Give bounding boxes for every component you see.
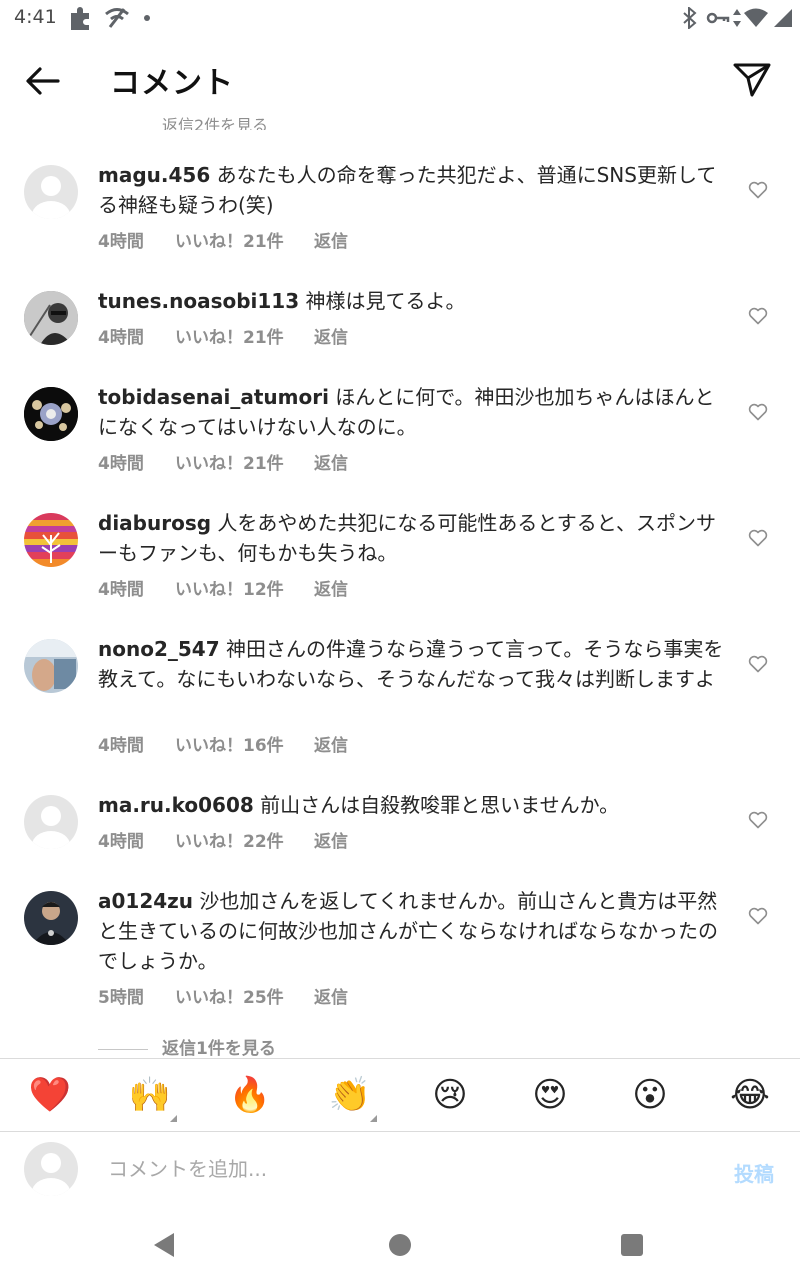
reply-button[interactable]: 返信 — [314, 227, 348, 252]
bluetooth-icon — [683, 7, 697, 29]
emoji-clapping-hands[interactable]: 👏 — [328, 1073, 372, 1117]
avatar[interactable] — [24, 291, 78, 345]
comment-username[interactable]: diaburosg — [98, 511, 211, 535]
avatar[interactable] — [24, 639, 78, 693]
notification-dot — [144, 15, 150, 21]
comment-username[interactable]: tunes.noasobi113 — [98, 289, 299, 313]
heart-icon[interactable] — [748, 655, 768, 673]
emoji-tears-of-joy[interactable]: 😂 — [728, 1073, 772, 1117]
page-title: コメント — [110, 66, 234, 101]
emoji-raised-hands[interactable]: 🙌 — [128, 1073, 172, 1117]
cell-signal-icon — [774, 9, 792, 27]
reply-button[interactable]: 返信 — [314, 983, 348, 1008]
comment-meta: 4時間 いいね！21件 返信 — [98, 323, 348, 348]
heart-icon[interactable] — [748, 181, 768, 199]
emoji-crying-face[interactable]: 😢 — [428, 1073, 472, 1117]
reply-button[interactable]: 返信 — [314, 731, 348, 756]
comment-likes[interactable]: いいね！21件 — [175, 449, 314, 474]
wifi-off-icon — [105, 8, 129, 28]
reply-button[interactable]: 返信 — [314, 575, 348, 600]
emoji-bar: ❤️ 🙌 🔥 👏 😢 😍 😮 😂 — [0, 1058, 800, 1132]
user-avatar — [24, 1142, 78, 1196]
heart-icon[interactable] — [748, 907, 768, 925]
comment-meta: 4時間 いいね！12件 返信 — [98, 575, 348, 600]
comment-time: 4時間 — [98, 580, 144, 600]
status-bar: 4:41 — [0, 0, 800, 36]
send-icon[interactable] — [732, 60, 772, 98]
heart-icon[interactable] — [748, 529, 768, 547]
comment-input-row: 投稿 — [0, 1132, 800, 1212]
comment-username[interactable]: magu.456 — [98, 163, 210, 187]
avatar[interactable] — [24, 795, 78, 849]
header: コメント — [0, 44, 800, 116]
comment-username[interactable]: nono2_547 — [98, 637, 220, 661]
comment-meta: 5時間 いいね！25件 返信 — [98, 983, 348, 1008]
emoji-heart[interactable]: ❤️ — [28, 1073, 72, 1117]
comment-likes[interactable]: いいね！25件 — [175, 983, 314, 1008]
heart-icon[interactable] — [748, 307, 768, 325]
comment-username[interactable]: tobidasenai_atumori — [98, 385, 329, 409]
emoji-heart-eyes[interactable]: 😍 — [528, 1073, 572, 1117]
comment-meta: 4時間 いいね！16件 返信 — [98, 731, 348, 756]
status-time: 4:41 — [14, 6, 57, 28]
divider-line — [98, 1048, 148, 1050]
data-arrows-icon — [733, 9, 741, 27]
comment-time: 4時間 — [98, 454, 144, 474]
reply-button[interactable]: 返信 — [314, 449, 348, 474]
comment-time: 4時間 — [98, 736, 144, 756]
comment-body: 前山さんは自殺教唆罪と思いませんか。 — [260, 793, 620, 817]
emoji-surprised-face[interactable]: 😮 — [628, 1073, 672, 1117]
view-replies-label: 返信1件を見る — [162, 1039, 276, 1059]
heart-icon[interactable] — [748, 811, 768, 829]
comment-likes[interactable]: いいね！16件 — [175, 731, 314, 756]
view-replies-partial[interactable]: 返信2件を見る — [162, 112, 268, 130]
reply-button[interactable]: 返信 — [314, 323, 348, 348]
view-replies-button[interactable]: 返信1件を見る — [98, 1034, 276, 1059]
skin-tone-indicator — [170, 1115, 177, 1122]
avatar[interactable] — [24, 891, 78, 945]
comment-input[interactable] — [108, 1152, 708, 1186]
comment-meta: 4時間 いいね！21件 返信 — [98, 449, 348, 474]
signal-wifi-icon — [744, 8, 768, 27]
avatar[interactable] — [24, 513, 78, 567]
comment-likes[interactable]: いいね！12件 — [175, 575, 314, 600]
comment-likes[interactable]: いいね！22件 — [175, 827, 314, 852]
heart-icon[interactable] — [748, 403, 768, 421]
reply-button[interactable]: 返信 — [314, 827, 348, 852]
comment-meta: 4時間 いいね！21件 返信 — [98, 227, 348, 252]
vpn-key-icon — [706, 12, 730, 24]
comment-likes[interactable]: いいね！21件 — [175, 323, 314, 348]
comment-meta: 4時間 いいね！22件 返信 — [98, 827, 348, 852]
puzzle-icon — [71, 7, 89, 30]
nav-recent-apps-icon[interactable] — [621, 1234, 643, 1256]
skin-tone-indicator — [370, 1115, 377, 1122]
comment-username[interactable]: a0124zu — [98, 889, 193, 913]
comment-time: 4時間 — [98, 328, 144, 348]
comment-time: 4時間 — [98, 832, 144, 852]
emoji-fire[interactable]: 🔥 — [228, 1073, 272, 1117]
comment-time: 4時間 — [98, 232, 144, 252]
comment-likes[interactable]: いいね！21件 — [175, 227, 314, 252]
nav-back-icon[interactable] — [152, 1232, 176, 1258]
post-button[interactable]: 投稿 — [734, 1158, 774, 1187]
nav-home-icon[interactable] — [389, 1234, 411, 1256]
comment-body: 神様は見てるよ。 — [305, 289, 466, 313]
back-arrow-icon[interactable] — [24, 62, 62, 100]
comment-username[interactable]: ma.ru.ko0608 — [98, 793, 254, 817]
avatar[interactable] — [24, 165, 78, 219]
avatar[interactable] — [24, 387, 78, 441]
comment-time: 5時間 — [98, 988, 144, 1008]
navigation-bar — [0, 1212, 800, 1280]
